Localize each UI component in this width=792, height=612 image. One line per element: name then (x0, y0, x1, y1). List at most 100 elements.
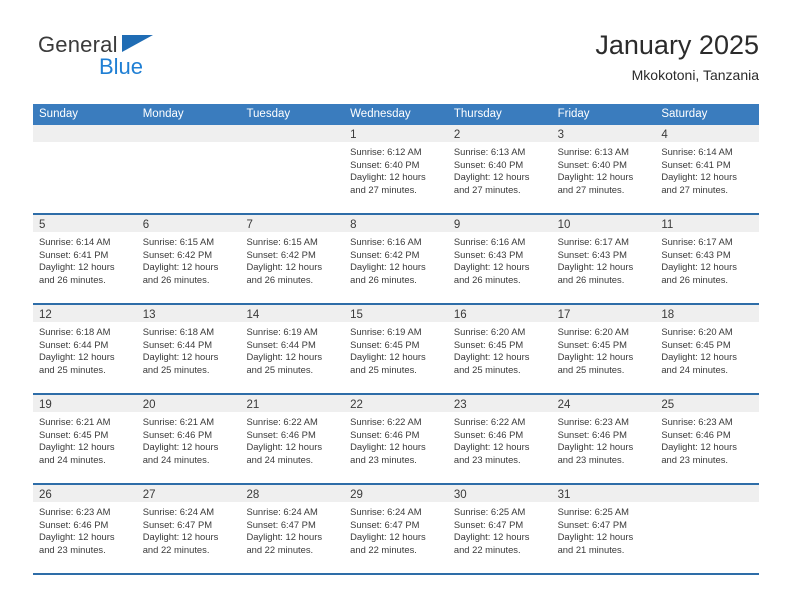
day-details: Sunrise: 6:17 AM Sunset: 6:43 PM Daylight:… (552, 232, 656, 286)
week-days: 5 Sunrise: 6:14 AM Sunset: 6:41 PM Daylight… (33, 215, 760, 303)
calendar-day-cell[interactable]: 22 Sunrise: 6:22 AM Sunset: 6:46 PM Dayligh… (344, 395, 448, 483)
day-number: 25 (661, 399, 675, 411)
day-details: Sunrise: 6:23 AM Sunset: 6:46 PM Daylight:… (33, 502, 137, 556)
calendar-day-cell[interactable]: 23 Sunrise: 6:22 AM Sunset: 6:46 PM Dayligh… (447, 395, 552, 483)
day-number-band: 6 (136, 215, 241, 232)
day-number: 13 (142, 309, 156, 321)
calendar-day-cell[interactable]: 11 Sunrise: 6:17 AM Sunset: 6:43 PM Dayligh… (655, 215, 760, 303)
calendar-day-cell[interactable]: 10 Sunrise: 6:17 AM Sunset: 6:43 PM Dayligh… (551, 215, 656, 303)
sunrise-text: Sunrise: 6:23 AM (557, 416, 629, 427)
daylight-text-line1: Daylight: 12 hours (142, 261, 219, 273)
sunset-text: Sunset: 6:40 PM (453, 158, 524, 170)
day-number: 3 (557, 129, 564, 141)
calendar-day-cell[interactable]: 30 Sunrise: 6:25 AM Sunset: 6:47 PM Dayligh… (447, 485, 552, 573)
sunrise-text: Sunrise: 6:13 AM (453, 146, 526, 157)
calendar-day-cell[interactable]: 2 Sunrise: 6:13 AM Sunset: 6:40 PM Daylight… (447, 125, 552, 213)
calendar-day-cell[interactable]: 28 Sunrise: 6:24 AM Sunset: 6:47 PM Dayligh… (240, 485, 345, 573)
day-number: 28 (246, 489, 260, 501)
sunset-text: Sunset: 6:43 PM (453, 248, 524, 260)
day-details: Sunrise: 6:16 AM Sunset: 6:42 PM Daylight:… (344, 232, 448, 286)
day-number-band: 18 (655, 305, 760, 322)
daylight-text-line2: and 23 minutes. (661, 453, 729, 465)
calendar-day-cell[interactable]: 13 Sunrise: 6:18 AM Sunset: 6:44 PM Dayligh… (136, 305, 241, 393)
calendar-day-cell-empty (33, 125, 137, 213)
calendar-day-cell[interactable]: 1 Sunrise: 6:12 AM Sunset: 6:40 PM Daylight… (344, 125, 448, 213)
day-details: Sunrise: 6:14 AM Sunset: 6:41 PM Daylight:… (655, 142, 759, 196)
sunrise-text: Sunrise: 6:23 AM (661, 416, 733, 427)
calendar-week-row: 19 Sunrise: 6:21 AM Sunset: 6:45 PM Dayligh… (33, 395, 760, 485)
calendar-day-cell[interactable]: 9 Sunrise: 6:16 AM Sunset: 6:43 PM Daylight… (447, 215, 552, 303)
daylight-text-line2: and 25 minutes. (453, 363, 521, 375)
sunset-text: Sunset: 6:45 PM (453, 338, 524, 350)
calendar-day-cell[interactable]: 21 Sunrise: 6:22 AM Sunset: 6:46 PM Dayligh… (240, 395, 345, 483)
daylight-text-line2: and 25 minutes. (142, 363, 210, 375)
daylight-text-line2: and 26 minutes. (142, 273, 210, 285)
daylight-text-line1: Daylight: 12 hours (557, 441, 634, 453)
daylight-text-line2: and 27 minutes. (350, 183, 417, 195)
sunrise-text: Sunrise: 6:12 AM (350, 146, 422, 157)
title-block: January 2025 Mkokotoni, Tanzania (595, 28, 759, 86)
daylight-text-line1: Daylight: 12 hours (246, 351, 323, 363)
calendar-day-cell[interactable]: 26 Sunrise: 6:23 AM Sunset: 6:46 PM Dayligh… (33, 485, 137, 573)
calendar-week-row: 1 Sunrise: 6:12 AM Sunset: 6:40 PM Daylight… (33, 125, 760, 215)
day-number-band: 10 (551, 215, 656, 232)
sunset-text: Sunset: 6:45 PM (661, 338, 731, 350)
logo-triangle-icon (122, 35, 153, 52)
daylight-text-line1: Daylight: 12 hours (661, 351, 737, 363)
sunset-text: Sunset: 6:42 PM (246, 248, 316, 260)
sunrise-text: Sunrise: 6:22 AM (246, 416, 318, 427)
calendar-grid: Sunday Monday Tuesday Wednesday Thursday Frid… (33, 104, 760, 575)
sunrise-text: Sunrise: 6:18 AM (142, 326, 215, 337)
day-number-band: 15 (344, 305, 448, 322)
daylight-text-line1: Daylight: 12 hours (39, 441, 115, 453)
calendar-day-cell[interactable]: 14 Sunrise: 6:19 AM Sunset: 6:44 PM Dayligh… (240, 305, 345, 393)
sunrise-text: Sunrise: 6:22 AM (350, 416, 422, 427)
calendar-day-cell[interactable]: 5 Sunrise: 6:14 AM Sunset: 6:41 PM Daylight… (33, 215, 137, 303)
calendar-day-cell[interactable]: 29 Sunrise: 6:24 AM Sunset: 6:47 PM Dayligh… (344, 485, 448, 573)
day-number-band (136, 125, 241, 142)
day-details: Sunrise: 6:24 AM Sunset: 6:47 PM Daylight:… (240, 502, 344, 556)
calendar-day-cell[interactable]: 3 Sunrise: 6:13 AM Sunset: 6:40 PM Daylight… (551, 125, 656, 213)
day-number: 15 (350, 309, 363, 321)
calendar-day-cell[interactable]: 19 Sunrise: 6:21 AM Sunset: 6:45 PM Dayligh… (33, 395, 137, 483)
daylight-text-line1: Daylight: 12 hours (453, 261, 530, 273)
general-blue-logo[interactable]: General Blue (38, 32, 238, 90)
daylight-text-line2: and 22 minutes. (453, 543, 521, 555)
calendar-day-cell[interactable]: 24 Sunrise: 6:23 AM Sunset: 6:46 PM Dayligh… (551, 395, 656, 483)
calendar-day-cell[interactable]: 25 Sunrise: 6:23 AM Sunset: 6:46 PM Dayligh… (655, 395, 760, 483)
day-details: Sunrise: 6:23 AM Sunset: 6:46 PM Daylight:… (552, 412, 656, 466)
day-details: Sunrise: 6:22 AM Sunset: 6:46 PM Daylight:… (240, 412, 344, 466)
day-number-band: 1 (344, 125, 448, 142)
weekday-header-monday: Monday (142, 108, 184, 120)
calendar-day-cell[interactable]: 6 Sunrise: 6:15 AM Sunset: 6:42 PM Daylight… (136, 215, 241, 303)
calendar-day-cell[interactable]: 7 Sunrise: 6:15 AM Sunset: 6:42 PM Daylight… (240, 215, 345, 303)
day-number-band: 30 (447, 485, 552, 502)
sunset-text: Sunset: 6:47 PM (453, 518, 524, 530)
calendar-day-cell[interactable]: 12 Sunrise: 6:18 AM Sunset: 6:44 PM Dayligh… (33, 305, 137, 393)
daylight-text-line2: and 26 minutes. (453, 273, 521, 285)
calendar-day-cell[interactable]: 31 Sunrise: 6:25 AM Sunset: 6:47 PM Dayligh… (551, 485, 656, 573)
calendar-day-cell[interactable]: 20 Sunrise: 6:21 AM Sunset: 6:46 PM Dayligh… (136, 395, 241, 483)
calendar-day-cell[interactable]: 8 Sunrise: 6:16 AM Sunset: 6:42 PM Daylight… (344, 215, 448, 303)
daylight-text-line1: Daylight: 12 hours (557, 171, 634, 183)
daylight-text-line2: and 25 minutes. (350, 363, 417, 375)
calendar-day-cell[interactable]: 4 Sunrise: 6:14 AM Sunset: 6:41 PM Daylight… (655, 125, 760, 213)
daylight-text-line1: Daylight: 12 hours (350, 531, 426, 543)
calendar-day-cell[interactable]: 17 Sunrise: 6:20 AM Sunset: 6:45 PM Dayligh… (551, 305, 656, 393)
calendar-day-cell[interactable]: 16 Sunrise: 6:20 AM Sunset: 6:45 PM Dayligh… (447, 305, 552, 393)
calendar-day-cell[interactable]: 18 Sunrise: 6:20 AM Sunset: 6:45 PM Dayligh… (655, 305, 760, 393)
sunrise-text: Sunrise: 6:13 AM (557, 146, 629, 157)
daylight-text-line2: and 23 minutes. (350, 453, 417, 465)
day-number: 18 (661, 309, 675, 321)
weekday-header-friday: Friday (557, 108, 590, 120)
calendar-day-cell[interactable]: 15 Sunrise: 6:19 AM Sunset: 6:45 PM Dayligh… (344, 305, 448, 393)
sunset-text: Sunset: 6:45 PM (39, 428, 109, 440)
calendar-day-cell[interactable]: 27 Sunrise: 6:24 AM Sunset: 6:47 PM Dayligh… (136, 485, 241, 573)
calendar-day-cell-empty (240, 125, 345, 213)
calendar-page: General Blue January 2025 Mkokotoni, Tan… (0, 0, 792, 612)
day-number: 11 (661, 219, 674, 231)
daylight-text-line1: Daylight: 12 hours (39, 351, 115, 363)
sunrise-text: Sunrise: 6:16 AM (350, 236, 422, 247)
sunset-text: Sunset: 6:47 PM (246, 518, 316, 530)
daylight-text-line1: Daylight: 12 hours (39, 531, 115, 543)
